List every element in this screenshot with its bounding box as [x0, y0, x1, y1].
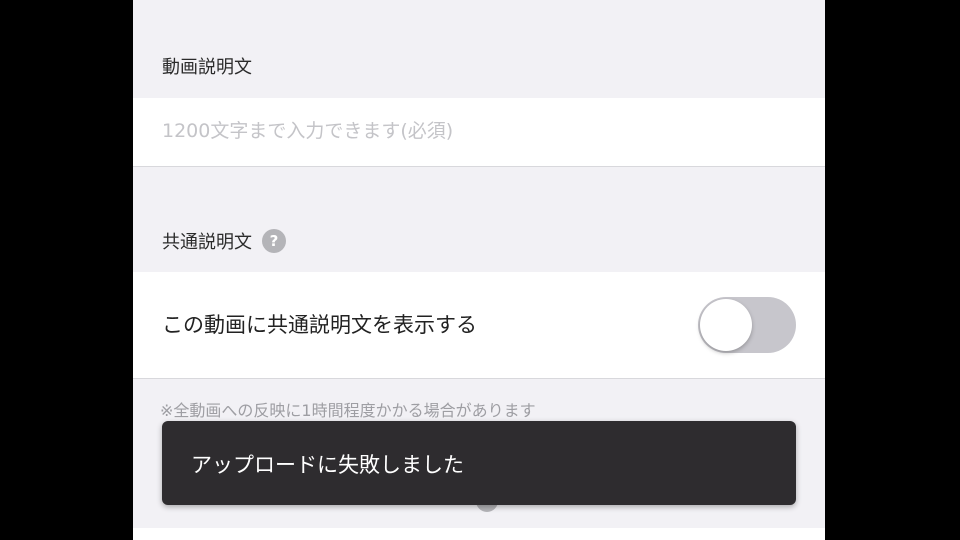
video-description-label: 動画説明文: [162, 53, 252, 79]
show-common-description-toggle[interactable]: [698, 297, 796, 353]
next-field-row: [133, 528, 825, 540]
toggle-knob: [700, 299, 752, 351]
common-description-label-text: 共通説明文: [162, 232, 252, 253]
upload-failed-toast: アップロードに失敗しました: [162, 421, 796, 505]
show-common-description-row: この動画に共通説明文を表示する: [133, 272, 825, 379]
video-description-label-text: 動画説明文: [162, 57, 252, 78]
show-common-description-label: この動画に共通説明文を表示する: [162, 313, 477, 337]
reflection-note: ※全動画への反映に1時間程度かかる場合があります: [160, 401, 536, 420]
video-description-input[interactable]: [162, 116, 782, 148]
toast-message: アップロードに失敗しました: [191, 453, 464, 477]
help-icon[interactable]: ?: [262, 229, 286, 253]
video-description-field-row: [133, 98, 825, 167]
common-description-label: 共通説明文 ?: [162, 228, 286, 254]
